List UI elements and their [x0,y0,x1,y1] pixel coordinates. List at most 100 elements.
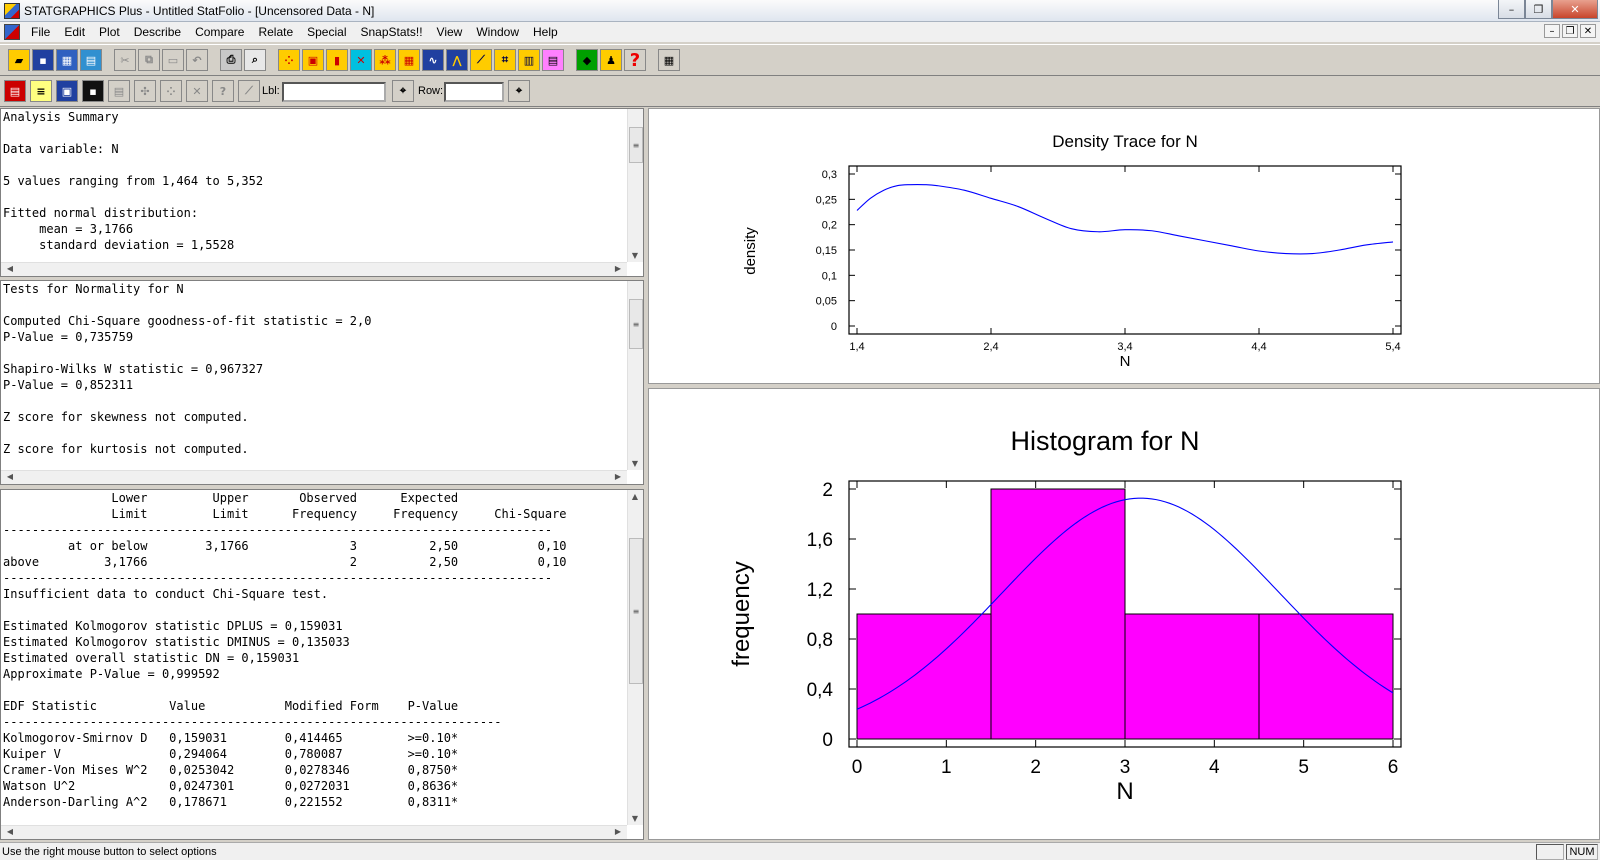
snapstats-icon[interactable]: ◆ [576,49,598,71]
x-tick-label: 1,4 [849,341,864,353]
x-tick-label: 3 [1120,757,1131,778]
exclude-icon[interactable]: ✕ [186,80,208,102]
y-tick-label: 0 [831,321,837,333]
window-title: STATGRAPHICS Plus - Untitled StatFolio -… [24,3,375,18]
goodness-of-fit-text: Lower Upper Observed Expected Limit Limi… [3,491,567,809]
horizontal-scrollbar[interactable]: ◀ ▶ [1,262,627,276]
histogram-pane[interactable]: Histogram for N 0 0,4 0,8 1,2 1,6 2 0 1 2 3 4 5 6 N… [648,388,1600,840]
normality-tests-text: Tests for Normality for N Computed Chi-S… [3,282,372,456]
menu-describe[interactable]: Describe [127,25,188,39]
locate-icon[interactable]: ⟋ [238,80,260,102]
analysis-summary-pane[interactable]: Analysis Summary Data variable: N 5 valu… [0,108,644,277]
jitter-icon[interactable]: ✣ [134,80,156,102]
menu-file[interactable]: File [24,25,57,39]
y-tick-label: 2 [822,480,833,501]
menu-plot[interactable]: Plot [92,25,127,39]
horizontal-scrollbar[interactable]: ◀ ▶ [1,470,627,484]
print-preview-icon[interactable]: ⌕ [244,49,266,71]
row-input[interactable] [444,82,504,102]
find-row-icon[interactable]: ⌖ [508,80,530,102]
print-icon[interactable]: ⎙ [220,49,242,71]
save-results-icon[interactable]: ▪ [82,80,104,102]
x-tick-label: 0 [852,757,863,778]
menu-view[interactable]: View [430,25,470,39]
vertical-scrollbar[interactable]: ≡ ▼ [627,281,643,470]
input-dialog-icon[interactable]: ▤ [4,80,26,102]
menu-bar: File Edit Plot Describe Compare Relate S… [0,22,1600,42]
vertical-scrollbar[interactable]: ≡ ▼ [627,109,643,262]
menu-snapstats[interactable]: SnapStats!! [353,25,429,39]
menu-compare[interactable]: Compare [188,25,251,39]
menu-edit[interactable]: Edit [57,25,92,39]
row-label: Row: [418,85,444,97]
restore-button[interactable]: ❐ [1525,0,1552,19]
mdi-restore-icon[interactable]: ❐ [1562,24,1578,38]
bar-chart-icon[interactable]: ▮ [326,49,348,71]
label-input[interactable] [282,82,386,102]
y-tick-label: 0,05 [816,296,837,308]
vertical-scrollbar[interactable]: ▲ ≡ ▼ [627,490,643,825]
y-tick-label: 0,1 [822,270,837,282]
document-icon[interactable] [4,24,20,40]
y-tick-label: 0,8 [807,630,833,651]
normality-tests-pane[interactable]: Tests for Normality for N Computed Chi-S… [0,280,644,485]
x-tick-label: 2 [1030,757,1041,778]
analysis-toolbar: ▤ ≡ ▣ ▪ ▤ ✣ ⁘ ✕ ? ⟋ Lbl: ⌖ Row: ⌖ [0,77,1600,107]
menu-relate[interactable]: Relate [251,25,300,39]
graphical-options-icon[interactable]: ▣ [56,80,78,102]
calculator-icon[interactable]: ▦ [658,49,680,71]
histogram-bar [990,488,1126,740]
mdi-close-icon[interactable]: ✕ [1580,24,1596,38]
mdi-minimize-icon[interactable]: – [1544,24,1560,38]
cut-icon[interactable]: ✂ [114,49,136,71]
scatter-icon[interactable]: ⁂ [374,49,396,71]
x-tick-label: 3,4 [1117,341,1132,353]
chart-title: Histogram for N [1010,426,1199,456]
horizontal-scrollbar[interactable]: ◀ ▶ [1,825,627,839]
y-tick-label: 0,3 [822,169,837,181]
x-tick-label: 5 [1298,757,1309,778]
paste-icon[interactable]: ▭ [162,49,184,71]
density-trace-pane[interactable]: Density Trace for N 0 0,05 0,1 0,15 0,2 0,25 0… [648,108,1600,384]
help-icon[interactable]: ? [624,49,646,71]
identify-icon[interactable]: ? [212,80,234,102]
grid-icon[interactable]: ▦ [398,49,420,71]
copy-icon[interactable]: ⧉ [138,49,160,71]
menu-special[interactable]: Special [300,25,353,39]
save-icon[interactable]: ▪ [32,49,54,71]
histogram-bar [1258,613,1394,740]
y-tick-label: 0,2 [822,220,837,232]
goodness-of-fit-pane[interactable]: Lower Upper Observed Expected Limit Limi… [0,489,644,840]
describe-data-icon[interactable]: ⁘ [278,49,300,71]
tabular-options-icon[interactable]: ≡ [30,80,52,102]
data-save-icon[interactable]: ▤ [80,49,102,71]
x-tick-label: 4 [1209,757,1220,778]
menu-window[interactable]: Window [469,25,526,39]
num-lock-indicator: NUM [1566,844,1598,860]
network-icon[interactable]: ⌗ [494,49,516,71]
app-icon[interactable] [4,2,20,19]
close-button[interactable]: ✕ [1552,0,1598,19]
histogram-bar [856,613,992,740]
trend-icon[interactable]: ⟋ [470,49,492,71]
pane-options-icon[interactable]: ▤ [108,80,130,102]
glm-icon[interactable]: ▤ [542,49,564,71]
minimize-button[interactable]: – [1498,0,1525,19]
brush-icon[interactable]: ⁘ [160,80,182,102]
density-trace-chart: Density Trace for N 0 0,05 0,1 0,15 0,2 0,25 0… [742,132,1402,370]
undo-icon[interactable]: ↶ [186,49,208,71]
summary-icon[interactable]: ▣ [302,49,324,71]
x-tick-label: 6 [1388,757,1399,778]
bell-curve-icon[interactable]: ⋀ [446,49,468,71]
find-label-icon[interactable]: ⌖ [392,80,414,102]
menu-help[interactable]: Help [526,25,565,39]
wizard-icon[interactable]: ♟ [600,49,622,71]
line-chart-icon[interactable]: ∿ [422,49,444,71]
open-folder-icon[interactable]: ▰ [8,49,30,71]
spreadsheet-icon[interactable]: ▦ [56,49,78,71]
histogram-chart: Histogram for N 0 0,4 0,8 1,2 1,6 2 0 1 2 3 4 5 6 N… [728,426,1402,805]
y-axis-label: frequency [728,561,755,666]
lbl-label: Lbl: [262,85,280,97]
compare-icon[interactable]: ✕ [350,49,372,71]
chart-icon[interactable]: ▥ [518,49,540,71]
